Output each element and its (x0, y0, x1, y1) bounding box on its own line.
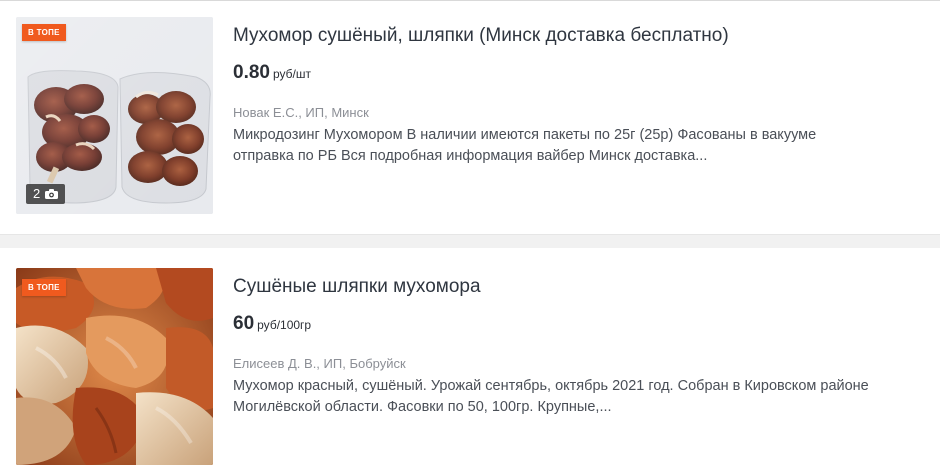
listing-price: 0.80 руб/шт (233, 62, 311, 84)
description-line: отправка по РБ Вся подробная информация … (233, 148, 708, 164)
description-line: Могилёвской области. Фасовки по 50, 100г… (233, 399, 612, 415)
listing-description: Мухомор красный, сушёный. Урожай сентябр… (233, 376, 913, 418)
listing-title[interactable]: Мухомор сушёный, шляпки (Минск доставка … (233, 25, 729, 47)
photo-count-badge[interactable]: 2 (26, 184, 66, 204)
listing-photo[interactable]: В ТОПЕ (16, 268, 213, 465)
seller-info[interactable]: Новак Е.С., ИП, Минск (233, 105, 369, 120)
listing-title[interactable]: Сушёные шляпки мухомора (233, 276, 481, 298)
seller-info[interactable]: Елисеев Д. В., ИП, Бобруйск (233, 356, 406, 371)
listing-card[interactable]: В ТОПЕ (0, 1, 940, 234)
price-unit: руб/100гр (257, 318, 312, 332)
listing-description: Микродозинг Мухомором В наличии имеются … (233, 125, 913, 167)
photo-count: 2 (33, 186, 41, 201)
listing-photo[interactable]: В ТОПЕ (16, 17, 213, 214)
dried-mushroom-caps-image (16, 268, 213, 465)
top-badge: В ТОПЕ (22, 24, 66, 41)
price-unit: руб/шт (272, 67, 311, 81)
description-line: Мухомор красный, сушёный. Урожай сентябр… (233, 378, 869, 394)
price-value: 0.80 (233, 62, 270, 83)
listing-price: 60 руб/100гр (233, 313, 311, 335)
listings-page: В ТОПЕ 2 Мухомор сушёный, шляпки (Минск … (0, 0, 940, 476)
camera-icon (45, 189, 59, 199)
description-line: Микродозинг Мухомором В наличии имеются … (233, 127, 817, 143)
listing-card[interactable]: В ТОПЕ (0, 248, 940, 476)
top-badge: В ТОПЕ (22, 279, 66, 296)
price-value: 60 (233, 313, 255, 334)
listing-separator (0, 234, 940, 248)
